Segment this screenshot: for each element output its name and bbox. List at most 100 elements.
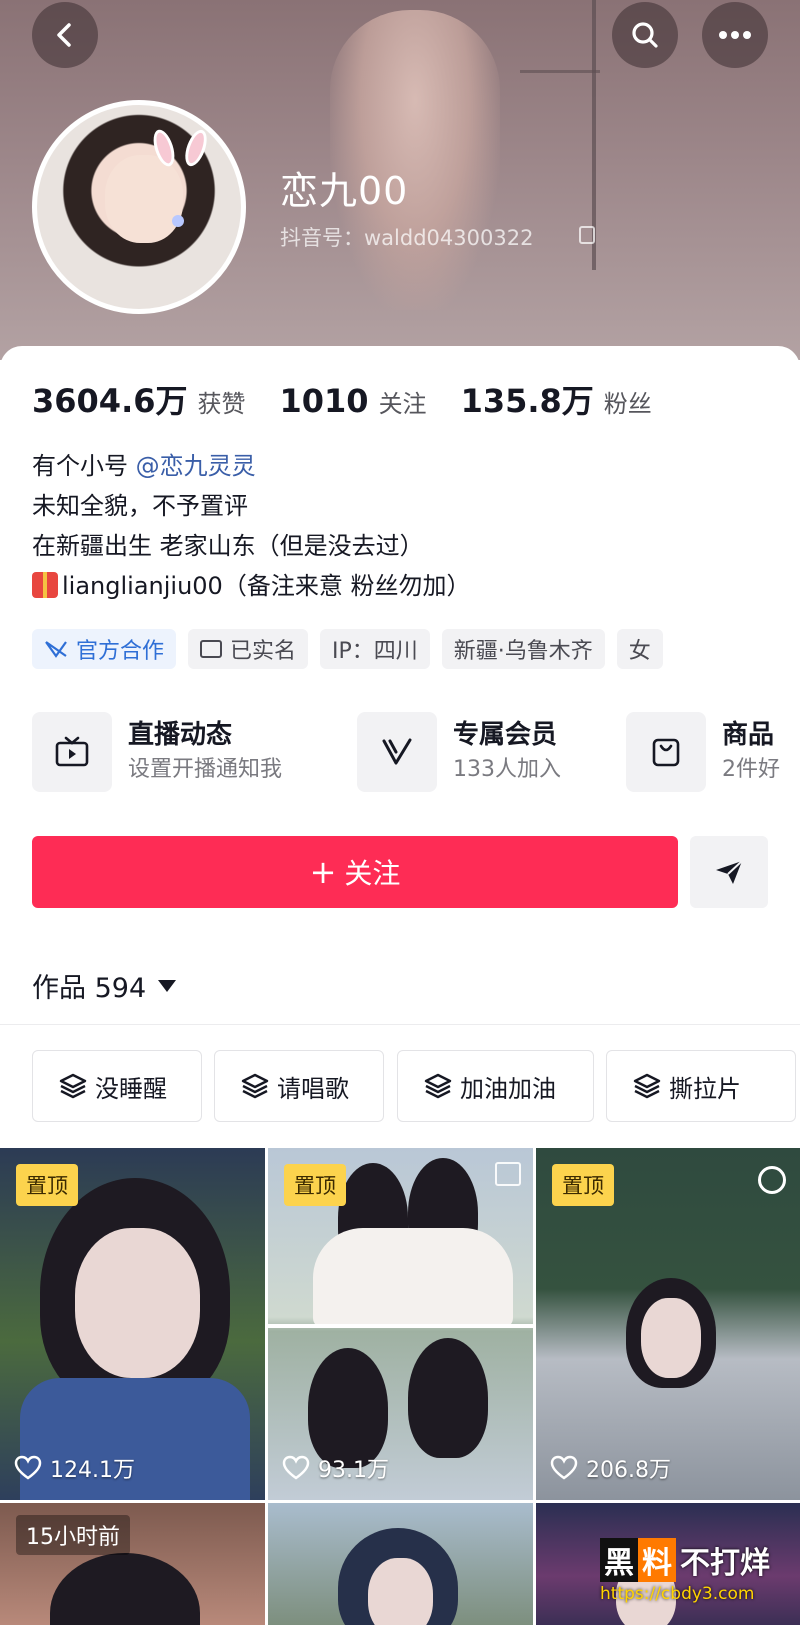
video-tile[interactable]: 15小时前: [0, 1503, 265, 1625]
pinned-badge: 置顶: [284, 1164, 346, 1206]
send-arrow-icon: [716, 860, 743, 884]
watermark-text: 黑: [600, 1538, 638, 1582]
stat-following[interactable]: 1010 关注: [280, 382, 427, 420]
like-count: 93.1万: [282, 1452, 389, 1484]
tag-gender: 女: [616, 629, 663, 669]
watermark-text: 不打烊: [680, 1546, 770, 1581]
collection-list: 没睡醒 请唱歌 加油加油 撕拉片: [32, 1050, 800, 1122]
works-tab[interactable]: 作品 594: [32, 966, 177, 1005]
tag-label: 官方合作: [76, 639, 165, 664]
search-button[interactable]: [612, 2, 678, 68]
tag-label: IP：四川: [332, 639, 418, 664]
collection-chip[interactable]: 加油加油: [397, 1050, 594, 1122]
stat-likes[interactable]: 3604.6万 获赞: [32, 376, 246, 422]
douyin-id: 抖音号：waldd04300322: [280, 226, 534, 250]
bunny-ear-decoration: [181, 127, 211, 169]
site-watermark: 黑 料 不打烊 https://cbdy3.com: [600, 1538, 800, 1610]
like-count-text: 206.8万: [586, 1458, 671, 1483]
profile-tags: 官方合作 已实名 IP：四川 新疆·乌鲁木齐 女: [32, 629, 663, 669]
id-card-icon: [200, 640, 223, 658]
layers-icon: [633, 1073, 661, 1099]
tag-official-partner[interactable]: 官方合作: [32, 629, 177, 669]
stat-value: 135.8万: [460, 382, 594, 420]
video-thumbnail: [313, 1228, 513, 1328]
time-badge: 15小时前: [16, 1515, 130, 1555]
video-thumbnail: [308, 1348, 388, 1468]
like-count-text: 124.1万: [50, 1458, 135, 1483]
feature-title: 直播动态: [128, 720, 233, 750]
tag-verified-identity[interactable]: 已实名: [188, 629, 309, 669]
profile-header: 恋九00 抖音号：waldd04300322: [0, 0, 800, 360]
feature-entries: 直播动态 设置开播通知我 专属会员 133人加入 商品 2件好: [32, 711, 800, 793]
more-options-button[interactable]: [702, 2, 768, 68]
profile-stats: 3604.6万 获赞 1010 关注 135.8万 粉丝: [32, 376, 686, 422]
collection-chip[interactable]: 没睡醒: [32, 1050, 202, 1122]
shopping-bag-icon: [626, 712, 706, 792]
plus-icon: +: [309, 853, 337, 891]
avatar-sticker: [172, 215, 184, 227]
profile-bio: 有个小号 @恋九灵灵 未知全貌，不予置评 在新疆出生 老家山东（但是没去过） l…: [32, 446, 470, 606]
collection-label: 请唱歌: [277, 1074, 349, 1103]
watermark-text: 料: [638, 1538, 676, 1582]
bio-line: 在新疆出生 老家山东（但是没去过）: [32, 532, 424, 560]
pinned-badge: 置顶: [552, 1164, 614, 1206]
multi-photo-icon: [495, 1162, 521, 1186]
pinned-badge: 置顶: [16, 1164, 78, 1206]
back-button[interactable]: [32, 2, 98, 68]
like-count: 206.8万: [550, 1452, 671, 1484]
feature-membership[interactable]: 专属会员 133人加入: [357, 711, 561, 793]
bio-mention-link[interactable]: @恋九灵灵: [136, 452, 256, 480]
divider: [268, 1324, 533, 1328]
video-tile[interactable]: [268, 1503, 533, 1625]
follow-label: 关注: [344, 857, 401, 890]
heart-icon: [550, 1455, 578, 1480]
collection-label: 加油加油: [460, 1074, 556, 1103]
bio-text: lianglianjiu00（备注来意 粉丝勿加）: [62, 572, 471, 600]
collection-chip[interactable]: 撕拉片: [606, 1050, 796, 1122]
feature-subtitle: 2件好: [722, 757, 780, 782]
bio-line: 未知全貌，不予置评: [32, 492, 248, 520]
gift-icon: [32, 572, 58, 598]
feature-subtitle: 133人加入: [453, 757, 561, 782]
official-partner-icon: [45, 641, 67, 658]
stat-followers[interactable]: 135.8万 粉丝: [461, 376, 652, 422]
video-thumbnail: [50, 1553, 200, 1625]
follow-button[interactable]: + 关注: [32, 836, 678, 908]
feature-subtitle: 设置开播通知我: [128, 757, 283, 782]
video-thumbnail: [641, 1298, 701, 1378]
tag-region: 新疆·乌鲁木齐: [441, 629, 605, 669]
watermark-url: https://cbdy3.com: [600, 1584, 755, 1604]
layers-icon: [241, 1073, 269, 1099]
header-background-decoration: [520, 70, 600, 73]
tag-label: 已实名: [230, 639, 297, 664]
feature-products[interactable]: 商品 2件好: [626, 711, 780, 793]
video-tile[interactable]: 置顶 124.1万: [0, 1148, 265, 1500]
more-dots-icon: [719, 31, 751, 39]
stat-value: 1010: [279, 382, 369, 420]
bio-line: 有个小号 @恋九灵灵: [32, 446, 470, 486]
collection-chip[interactable]: 请唱歌: [214, 1050, 384, 1122]
video-thumbnail: [75, 1228, 200, 1378]
stat-label: 关注: [378, 390, 427, 418]
video-tile[interactable]: 置顶 206.8万: [536, 1148, 800, 1500]
send-message-button[interactable]: [690, 836, 768, 908]
avatar-face: [105, 155, 183, 243]
tag-label: 新疆·乌鲁木齐: [453, 639, 593, 664]
feature-live-updates[interactable]: 直播动态 设置开播通知我: [32, 711, 282, 793]
feature-title: 专属会员: [453, 720, 558, 750]
layers-icon: [59, 1073, 87, 1099]
v-badge-icon: [357, 712, 437, 792]
gear-icon: [758, 1166, 786, 1194]
like-count-text: 93.1万: [318, 1458, 389, 1483]
search-icon: [632, 22, 658, 48]
avatar[interactable]: [32, 100, 246, 314]
copy-icon[interactable]: [579, 226, 595, 244]
video-tile[interactable]: 置顶 93.1万: [268, 1148, 533, 1500]
feature-title: 商品: [722, 720, 775, 750]
heart-icon: [282, 1455, 310, 1480]
stat-label: 获赞: [197, 390, 246, 418]
layers-icon: [424, 1073, 452, 1099]
collection-label: 撕拉片: [669, 1074, 741, 1103]
like-count: 124.1万: [14, 1452, 135, 1484]
video-thumbnail: [368, 1558, 433, 1625]
